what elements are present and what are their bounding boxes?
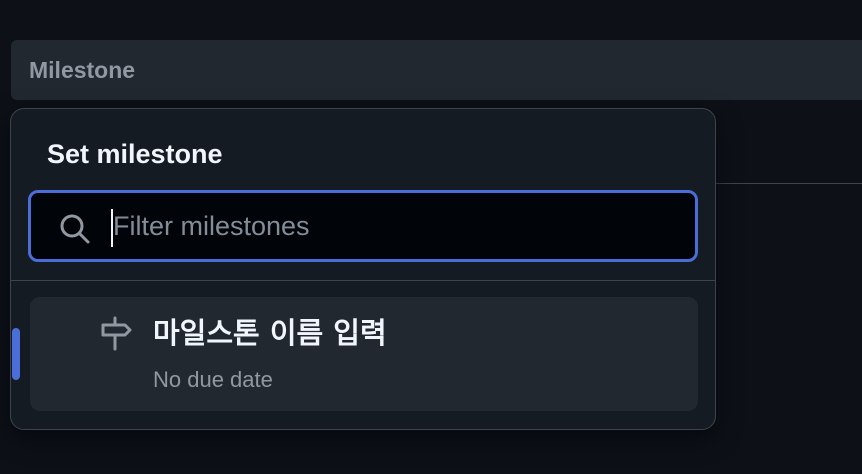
milestone-title: 마일스톤 이름 입력 <box>153 316 387 350</box>
milestone-section-label: Milestone <box>29 56 136 83</box>
section-divider <box>712 183 862 184</box>
menu-divider <box>11 280 715 281</box>
menu-title: Set milestone <box>47 139 223 169</box>
milestone-section-header[interactable]: Milestone <box>11 40 862 100</box>
filter-milestones-input[interactable] <box>113 203 673 249</box>
filter-field[interactable] <box>28 190 698 262</box>
page: Milestone Set milestone Filter milestone… <box>0 0 862 474</box>
active-item-indicator <box>12 328 20 380</box>
milestone-option[interactable]: 마일스톤 이름 입력 No due date <box>30 297 698 411</box>
milestone-due-date: No due date <box>153 367 273 392</box>
search-icon <box>58 212 92 246</box>
milestone-menu: Set milestone 마일스톤 이름 입력 N <box>10 108 716 430</box>
milestone-icon <box>99 316 135 352</box>
